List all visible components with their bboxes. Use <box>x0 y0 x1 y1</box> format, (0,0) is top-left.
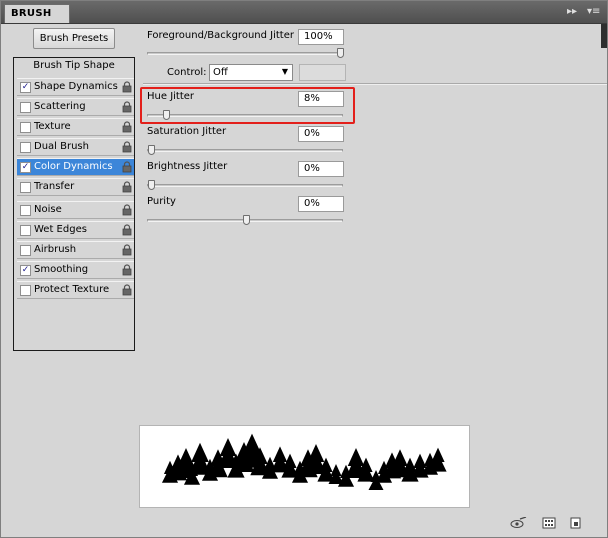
dropdown-arrow-icon: ▼ <box>281 67 288 76</box>
checkbox[interactable] <box>20 142 31 153</box>
option-label: Smoothing <box>34 264 89 275</box>
brightness-jitter-label: Brightness Jitter <box>147 161 228 172</box>
control-label: Control: <box>167 67 207 78</box>
panel-menu-icon[interactable]: ▾≡ <box>587 6 600 17</box>
saturation-jitter-label: Saturation Jitter <box>147 126 227 137</box>
option-shape-dynamics[interactable]: ✓ Shape Dynamics <box>17 78 134 96</box>
option-label: Scattering <box>34 101 86 112</box>
checkmark-icon[interactable]: ✓ <box>20 265 31 276</box>
control-select[interactable]: Off ▼ <box>209 64 293 81</box>
brush-options-list: Brush Tip Shape ✓ Shape Dynamics Scatterin… <box>13 57 135 351</box>
lock-icon[interactable] <box>122 81 132 93</box>
option-protect-texture[interactable]: Protect Texture <box>17 281 134 299</box>
lock-icon[interactable] <box>122 264 132 276</box>
lock-icon[interactable] <box>122 244 132 256</box>
option-texture[interactable]: Texture <box>17 118 134 136</box>
brush-presets-button[interactable]: Brush Presets <box>33 28 115 49</box>
brush-panel: BRUSH ▸▸ ▾≡ Brush Presets Brush Tip Shap… <box>0 0 608 538</box>
brightness-jitter-field[interactable]: 0% <box>298 161 344 177</box>
purity-label: Purity <box>147 196 176 207</box>
lock-icon[interactable] <box>122 224 132 236</box>
control-amount-field <box>299 64 346 81</box>
purity-thumb[interactable] <box>243 215 250 225</box>
option-color-dynamics[interactable]: ✓ Color Dynamics <box>17 158 134 176</box>
checkmark-icon[interactable]: ✓ <box>20 82 31 93</box>
saturation-jitter-thumb[interactable] <box>148 145 155 155</box>
option-label: Dual Brush <box>34 141 89 152</box>
control-value: Off <box>213 67 228 78</box>
checkbox[interactable] <box>20 245 31 256</box>
option-label: Wet Edges <box>34 224 87 235</box>
purity-slider[interactable] <box>147 215 343 225</box>
lock-icon[interactable] <box>122 101 132 113</box>
option-label: Shape Dynamics <box>34 81 118 92</box>
new-preset-icon[interactable] <box>569 517 583 529</box>
collapse-icon[interactable]: ▸▸ <box>567 6 577 17</box>
lock-icon[interactable] <box>122 204 132 216</box>
checkbox[interactable] <box>20 285 31 296</box>
option-noise[interactable]: Noise <box>17 201 134 219</box>
saturation-jitter-field[interactable]: 0% <box>298 126 344 142</box>
option-label: Protect Texture <box>34 284 110 295</box>
hue-jitter-highlight <box>140 87 355 124</box>
panel-edge-strip <box>601 24 607 48</box>
checkmark-icon[interactable]: ✓ <box>20 162 31 173</box>
panel-titlebar: BRUSH ▸▸ ▾≡ <box>1 1 607 24</box>
brush-tip-shape-item[interactable]: Brush Tip Shape <box>14 60 134 71</box>
option-wet-edges[interactable]: Wet Edges <box>17 221 134 239</box>
lock-icon[interactable] <box>122 141 132 153</box>
brightness-jitter-thumb[interactable] <box>148 180 155 190</box>
option-smoothing[interactable]: ✓ Smoothing <box>17 261 134 279</box>
fg-bg-jitter-slider[interactable] <box>147 48 344 58</box>
lock-icon[interactable] <box>122 181 132 193</box>
option-airbrush[interactable]: Airbrush <box>17 241 134 259</box>
brightness-jitter-slider[interactable] <box>147 180 343 190</box>
eye-brush-icon[interactable] <box>509 517 527 529</box>
checkbox[interactable] <box>20 225 31 236</box>
fg-bg-jitter-field[interactable]: 100% <box>298 29 344 45</box>
option-label: Transfer <box>34 181 75 192</box>
option-transfer[interactable]: Transfer <box>17 178 134 196</box>
lock-icon[interactable] <box>122 284 132 296</box>
checkbox[interactable] <box>20 122 31 133</box>
option-label: Texture <box>34 121 71 132</box>
lock-icon[interactable] <box>122 121 132 133</box>
checkbox[interactable] <box>20 102 31 113</box>
lock-icon[interactable] <box>122 161 132 173</box>
brush-stroke-preview <box>139 425 470 508</box>
option-label: Color Dynamics <box>34 161 113 172</box>
purity-field[interactable]: 0% <box>298 196 344 212</box>
option-dual-brush[interactable]: Dual Brush <box>17 138 134 156</box>
settings-divider <box>143 83 607 85</box>
checkbox[interactable] <box>20 182 31 193</box>
fg-bg-jitter-thumb[interactable] <box>337 48 344 58</box>
option-label: Noise <box>34 204 62 215</box>
option-scattering[interactable]: Scattering <box>17 98 134 116</box>
option-label: Airbrush <box>34 244 77 255</box>
saturation-jitter-slider[interactable] <box>147 145 343 155</box>
tree-stroke-preview <box>161 433 447 490</box>
grid-icon[interactable] <box>542 517 556 529</box>
tab-brush[interactable]: BRUSH <box>4 4 70 23</box>
fg-bg-jitter-label: Foreground/Background Jitter <box>147 30 294 41</box>
checkbox[interactable] <box>20 205 31 216</box>
